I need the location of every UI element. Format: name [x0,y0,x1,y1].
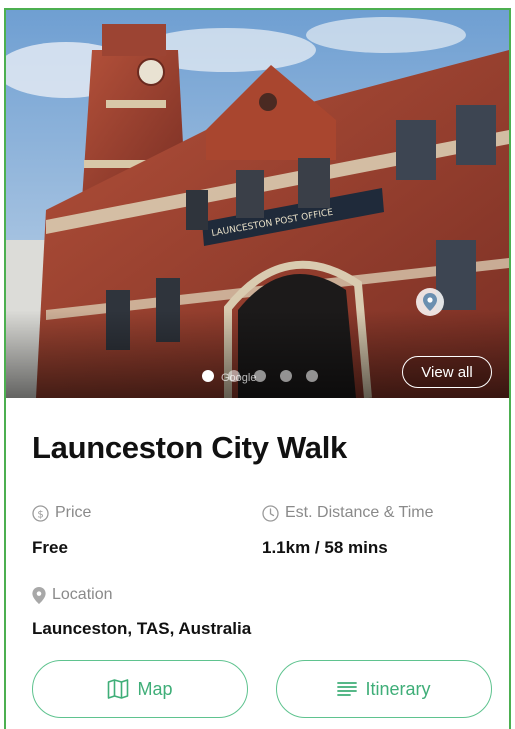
location-label-text: Location [52,586,113,603]
distance-label: Est. Distance & Time [262,504,434,522]
price-label: $ Price [32,504,91,522]
google-watermark: Google [221,372,257,384]
clock-icon [262,504,279,522]
carousel-dots[interactable] [202,370,318,382]
map-button-label: Map [137,678,173,699]
location-pin-icon [32,586,46,604]
carousel-dot-5[interactable] [306,370,318,382]
svg-text:$: $ [37,509,43,520]
hero-image[interactable]: LAUNCESTON POST OFFICE Google View all [6,10,509,398]
itinerary-button-label: Itinerary [365,678,431,699]
distance-label-text: Est. Distance & Time [285,504,434,521]
post-office-photo: LAUNCESTON POST OFFICE [6,10,509,398]
dollar-circle-icon: $ [32,504,49,522]
map-icon [108,679,129,699]
location-pin-button[interactable] [416,288,444,316]
view-all-button[interactable]: View all [402,356,492,388]
location-label: Location [32,586,113,604]
page-title: Launceston City Walk [32,430,347,465]
price-label-text: Price [55,504,92,521]
carousel-dot-4[interactable] [280,370,292,382]
price-value: Free [32,538,68,557]
distance-value: 1.1km / 58 mins [262,538,388,557]
carousel-dot-1[interactable] [202,370,214,382]
location-pin-icon [423,293,437,311]
screen-frame: LAUNCESTON POST OFFICE Google View all L… [4,8,511,729]
list-icon [337,682,358,696]
location-value: Launceston, TAS, Australia [32,619,252,638]
map-button[interactable]: Map [32,660,248,718]
itinerary-button[interactable]: Itinerary [276,660,492,718]
